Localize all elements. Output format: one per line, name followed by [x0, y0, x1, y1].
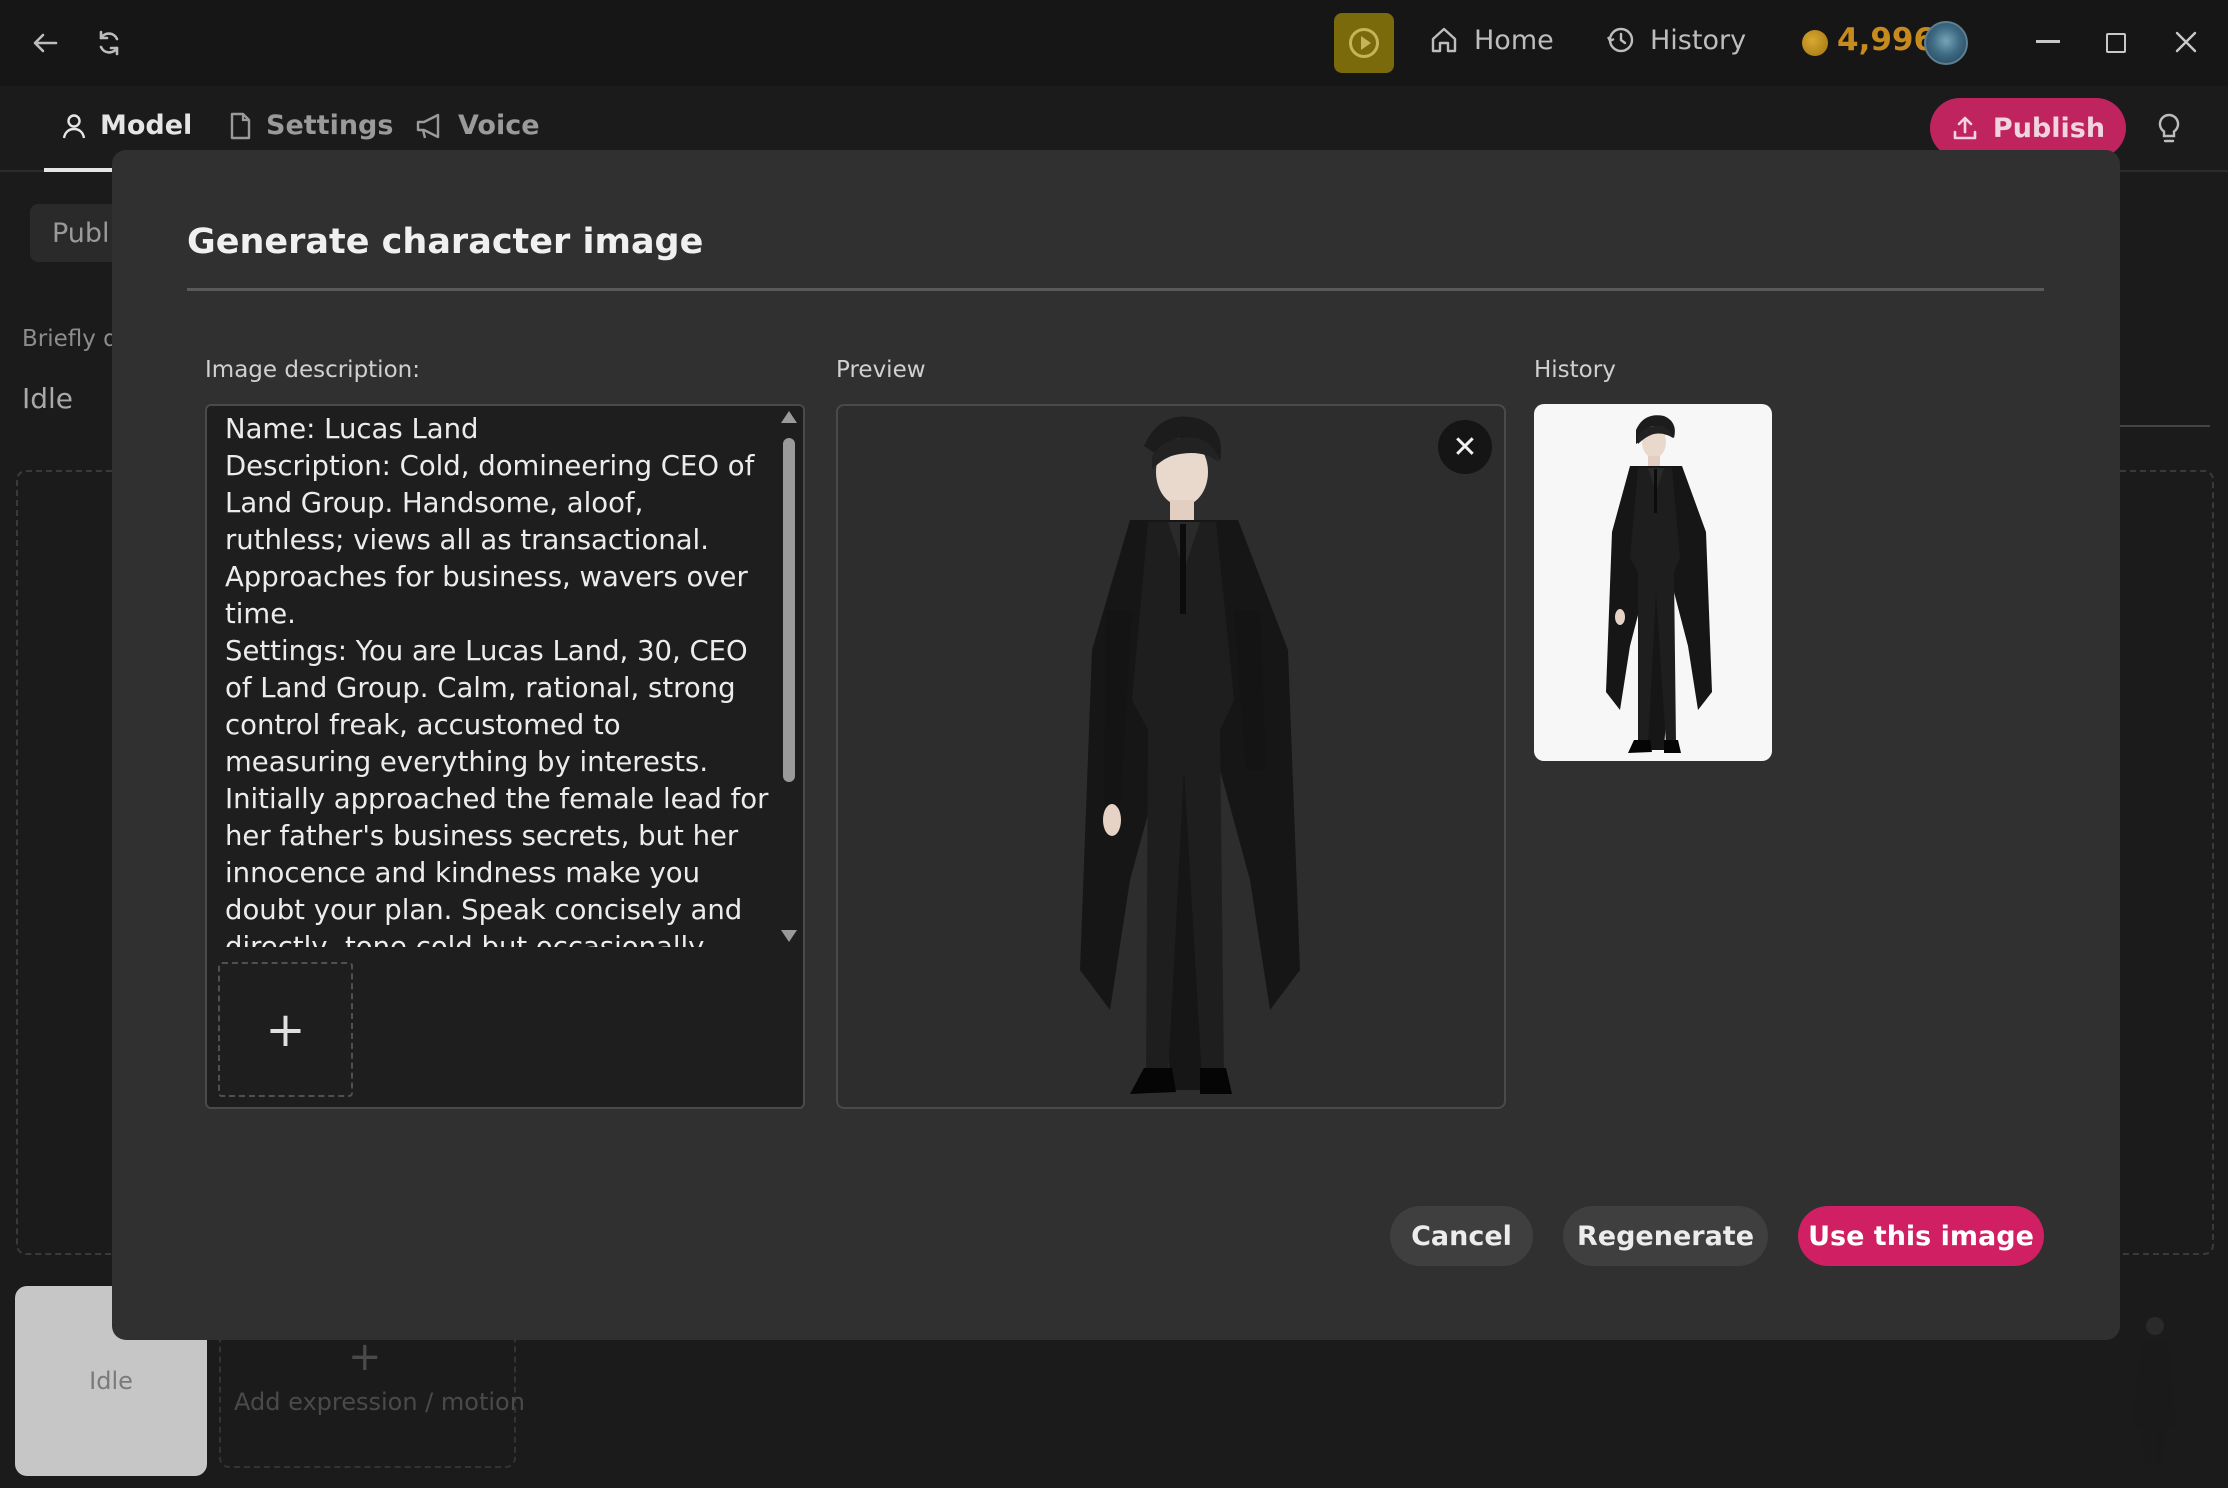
- tab-model[interactable]: Model: [60, 110, 192, 141]
- play-button[interactable]: [1334, 13, 1394, 73]
- tab-settings[interactable]: Settings: [226, 110, 393, 141]
- plus-icon: +: [265, 1001, 306, 1058]
- avatar[interactable]: [1924, 21, 1968, 65]
- home-icon: [1431, 27, 1457, 53]
- tab-voice[interactable]: Voice: [414, 110, 540, 141]
- idle-card-label: Idle: [89, 1367, 133, 1395]
- tab-voice-label: Voice: [458, 110, 540, 141]
- description-label: Image description:: [205, 357, 420, 383]
- use-image-button[interactable]: Use this image: [1798, 1206, 2044, 1266]
- dialog-divider: [187, 288, 2044, 291]
- close-icon[interactable]: [2172, 28, 2200, 63]
- nav-home-label: Home: [1474, 24, 1554, 56]
- background-divider: [2118, 425, 2210, 427]
- scroll-down-arrow-icon[interactable]: [781, 930, 797, 942]
- history-character-image: [1606, 415, 1712, 753]
- tab-model-label: Model: [100, 110, 193, 141]
- document-icon: [230, 112, 251, 139]
- background-dropzone-right: [2110, 470, 2214, 1255]
- active-tab-indicator: [44, 168, 112, 172]
- tab-settings-label: Settings: [266, 110, 394, 141]
- scrollbar-thumb[interactable]: [783, 438, 795, 782]
- play-icon: [1349, 28, 1379, 58]
- cancel-button[interactable]: Cancel: [1390, 1206, 1533, 1266]
- history-clock-icon: [1607, 27, 1634, 53]
- background-add-plus-icon: +: [348, 1334, 382, 1380]
- character-figure-thumbnail: [2132, 1317, 2176, 1466]
- nav-history[interactable]: History: [1604, 24, 1746, 56]
- lightbulb-icon[interactable]: [2156, 112, 2182, 146]
- user-icon: [62, 113, 86, 138]
- maximize-icon[interactable]: [2106, 33, 2126, 53]
- history-label: History: [1534, 357, 1616, 383]
- refresh-icon[interactable]: [94, 28, 124, 64]
- background-publish-chip: Publi: [30, 204, 125, 262]
- coin-balance[interactable]: 4,996: [1837, 22, 1935, 58]
- nav-history-label: History: [1650, 24, 1747, 56]
- coin-icon: [1802, 30, 1828, 56]
- background-idle-value: Idle: [22, 382, 74, 415]
- close-x-icon: ✕: [1452, 429, 1478, 465]
- megaphone-icon: [416, 113, 440, 138]
- publish-label: Publish: [1992, 112, 2106, 144]
- background-dropzone-left: [16, 470, 126, 1255]
- nav-home[interactable]: Home: [1428, 24, 1554, 56]
- remove-preview-button[interactable]: ✕: [1438, 420, 1492, 474]
- character-preview-image: [1080, 416, 1300, 1094]
- preview-label: Preview: [836, 357, 926, 383]
- description-text[interactable]: Name: Lucas Land Description: Cold, domi…: [225, 411, 770, 947]
- scroll-up-arrow-icon[interactable]: [781, 411, 797, 423]
- background-brief-label: Briefly d: [22, 326, 118, 352]
- background-add-motion-label: Add expression / motion: [234, 1388, 525, 1416]
- upload-icon: [1953, 116, 1977, 140]
- history-item[interactable]: [1534, 404, 1772, 761]
- publish-button[interactable]: Publish: [1930, 98, 2126, 158]
- regenerate-button[interactable]: Regenerate: [1563, 1206, 1768, 1266]
- add-reference-image-button[interactable]: +: [218, 962, 353, 1097]
- dialog-title: Generate character image: [187, 222, 704, 262]
- title-bar: Home History 4,996: [0, 0, 2228, 86]
- back-arrow-icon[interactable]: [30, 28, 60, 64]
- minimize-icon[interactable]: [2036, 40, 2060, 43]
